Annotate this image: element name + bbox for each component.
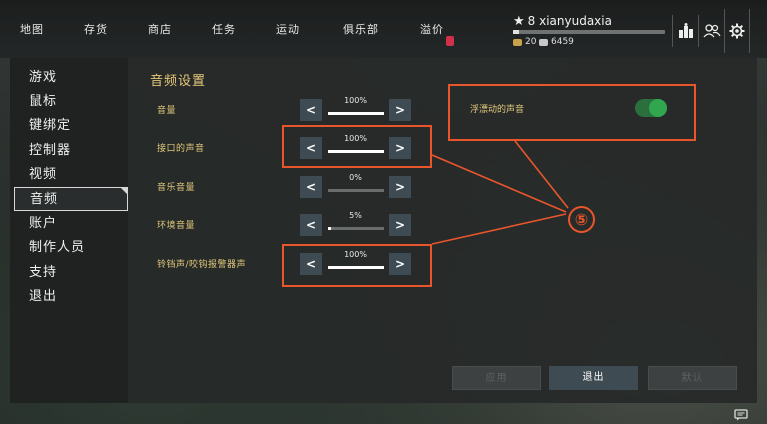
ambient-volume-fill — [328, 227, 331, 230]
master-volume-fill — [328, 112, 384, 115]
sidebar-item-support[interactable]: 支持 — [14, 261, 128, 285]
nav-quests[interactable]: 任务 — [192, 0, 256, 58]
top-icons — [672, 9, 750, 53]
ambient-volume-value: 5% — [349, 211, 362, 220]
main-nav: 地图 存货 商店 任务 运动 俱乐部 溢价 — [0, 0, 462, 58]
setting-label-ambient-volume: 环境音量 — [157, 221, 196, 231]
nav-sport[interactable]: 运动 — [256, 0, 320, 58]
chevron-right-icon[interactable]: > — [389, 214, 411, 236]
xp-bar — [513, 30, 665, 34]
chevron-right-icon[interactable]: > — [389, 99, 411, 121]
sidebar-item-keybinds[interactable]: 键绑定 — [14, 114, 128, 138]
silver-coin-icon — [539, 38, 548, 46]
annotation-badge: ⑤ — [568, 206, 595, 233]
highlight-interface-sound — [282, 125, 432, 168]
player-level-name: 8 xianyudaxia — [527, 14, 612, 28]
master-volume-value: 100% — [344, 96, 367, 105]
friends-icon[interactable] — [698, 15, 724, 47]
chevron-left-icon[interactable]: < — [300, 214, 322, 236]
chevron-left-icon[interactable]: < — [300, 99, 322, 121]
sidebar-item-game[interactable]: 游戏 — [14, 66, 128, 90]
player-profile[interactable]: ★ 8 xianyudaxia 20 6459 — [505, 8, 670, 52]
nav-shop[interactable]: 商店 — [128, 0, 192, 58]
nav-club[interactable]: 俱乐部 — [320, 0, 402, 58]
nav-premium-label: 溢价 — [420, 23, 444, 36]
chevron-left-icon[interactable]: < — [300, 176, 322, 198]
ambient-volume-track — [328, 227, 384, 230]
default-button[interactable]: 默认 — [648, 366, 737, 390]
gold-amount: 20 — [525, 37, 537, 47]
highlight-float-sound — [448, 84, 696, 141]
master-volume-track — [328, 112, 384, 115]
section-title: 音频设置 — [150, 74, 207, 89]
sidebar-item-video[interactable]: 视频 — [14, 163, 128, 187]
nav-premium[interactable]: 溢价 — [402, 0, 462, 58]
star-icon: ★ — [513, 14, 525, 29]
sidebar-item-controller[interactable]: 控制器 — [14, 139, 128, 163]
setting-label-master-volume: 音量 — [157, 106, 177, 116]
ambient-volume-stepper: < 5% > — [300, 211, 413, 236]
chat-icon[interactable] — [734, 406, 748, 424]
xp-fill — [513, 30, 520, 34]
player-name-row: ★ 8 xianyudaxia — [513, 14, 612, 29]
sidebar-item-exit[interactable]: 退出 — [14, 285, 128, 309]
gear-icon[interactable] — [724, 9, 750, 53]
music-volume-value: 0% — [349, 173, 362, 182]
chevron-right-icon[interactable]: > — [389, 176, 411, 198]
sidebar-item-account[interactable]: 账户 — [14, 212, 128, 236]
highlight-bite-alarm — [282, 244, 432, 287]
nav-map[interactable]: 地图 — [0, 0, 64, 58]
setting-label-bite-alarm: 铃铛声/咬钩报警器声 — [157, 260, 247, 270]
premium-tag-icon — [446, 36, 454, 46]
music-volume-stepper: < 0% > — [300, 173, 413, 198]
sidebar-item-mouse[interactable]: 鼠标 — [14, 90, 128, 114]
gold-currency: 20 — [513, 37, 536, 47]
silver-amount: 6459 — [551, 37, 574, 47]
exit-button[interactable]: 退出 — [549, 366, 638, 390]
sidebar-item-credits[interactable]: 制作人员 — [14, 236, 128, 260]
music-volume-track — [328, 189, 384, 192]
gold-coin-icon — [513, 38, 522, 46]
top-bar: 地图 存货 商店 任务 运动 俱乐部 溢价 ★ 8 xianyudaxia 20 … — [0, 0, 767, 58]
setting-label-music-volume: 音乐音量 — [157, 183, 196, 193]
sidebar-item-audio[interactable]: 音频 — [14, 187, 128, 211]
leaderboard-icon[interactable] — [672, 15, 698, 47]
nav-inventory[interactable]: 存货 — [64, 0, 128, 58]
apply-button[interactable]: 应用 — [452, 366, 541, 390]
silver-currency: 6459 — [539, 37, 574, 47]
setting-label-interface-sound: 接口的声音 — [157, 144, 205, 154]
master-volume-stepper: < 100% > — [300, 96, 413, 121]
